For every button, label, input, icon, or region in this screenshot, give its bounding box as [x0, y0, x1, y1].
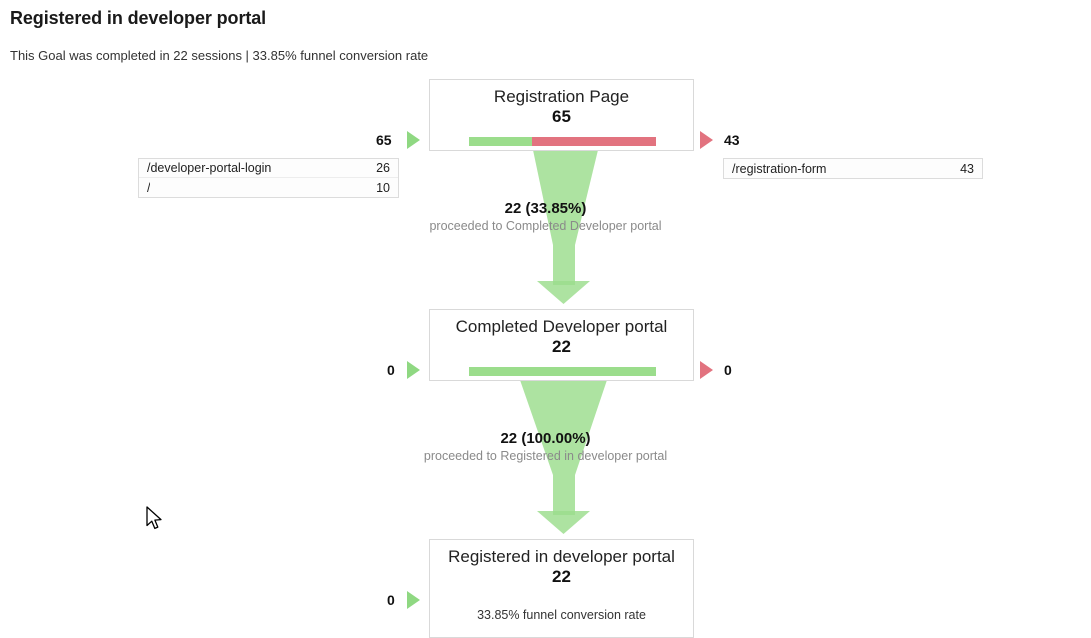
exit-arrow-icon-2 — [700, 361, 713, 379]
funnel-step-3-value: 22 — [552, 566, 571, 586]
entry-path: / — [147, 180, 151, 195]
funnel-step-3-entries-count: 0 — [387, 592, 395, 608]
funnel-step-1-entry-table: /developer-portal-login 26 / 10 — [138, 158, 399, 198]
entry-count: 10 — [376, 180, 390, 195]
funnel-step-1-value: 65 — [552, 106, 571, 126]
funnel-step-1-bar — [469, 137, 656, 146]
entry-arrow-icon-3 — [407, 591, 420, 609]
funnel-step-2-bar — [469, 367, 656, 376]
funnel-step-box-2[interactable]: Completed Developer portal 22 — [429, 309, 694, 381]
exit-count: 43 — [960, 161, 974, 176]
entry-arrow-icon-1 — [407, 131, 420, 149]
funnel-step-2-entries-count: 0 — [387, 362, 395, 378]
connector-1-conversion: 22 (33.85%) — [504, 200, 587, 217]
funnel-step-1-label: Registration Page — [493, 87, 630, 106]
funnel-step-2-label: Completed Developer portal — [455, 317, 668, 336]
funnel-step-3-note: 33.85% funnel conversion rate — [477, 607, 646, 622]
exit-arrow-icon-1 — [700, 131, 713, 149]
funnel-diagram: Registration Page 65 65 /developer-porta… — [0, 0, 1091, 638]
exit-path: /registration-form — [732, 161, 827, 176]
funnel-step-2-exits-count: 0 — [724, 362, 732, 378]
entry-arrow-icon-2 — [407, 361, 420, 379]
connector-1-subtext: proceeded to Completed Developer portal — [429, 219, 662, 233]
table-row[interactable]: / 10 — [139, 178, 398, 197]
entry-path: /developer-portal-login — [147, 161, 272, 175]
funnel-step-1-exit-table: /registration-form 43 — [723, 158, 983, 179]
funnel-step-2-value: 22 — [552, 336, 571, 356]
funnel-step-1-bar-green — [469, 137, 533, 146]
funnel-step-3-label: Registered in developer portal — [448, 547, 675, 566]
connector-2-subtext: proceeded to Registered in developer por… — [423, 449, 668, 463]
entry-count: 26 — [376, 161, 390, 175]
funnel-step-1-entries-count: 65 — [376, 132, 392, 148]
table-row[interactable]: /developer-portal-login 26 — [139, 159, 398, 178]
funnel-step-box-1[interactable]: Registration Page 65 — [429, 79, 694, 151]
funnel-step-1-exits-count: 43 — [724, 132, 740, 148]
funnel-step-2-bar-green — [469, 367, 656, 376]
funnel-step-box-3[interactable]: Registered in developer portal 22 33.85%… — [429, 539, 694, 638]
connector-2-conversion: 22 (100.00%) — [500, 430, 591, 447]
mouse-cursor — [146, 506, 162, 530]
table-row[interactable]: /registration-form 43 — [724, 159, 982, 178]
funnel-step-1-bar-red — [532, 137, 656, 146]
